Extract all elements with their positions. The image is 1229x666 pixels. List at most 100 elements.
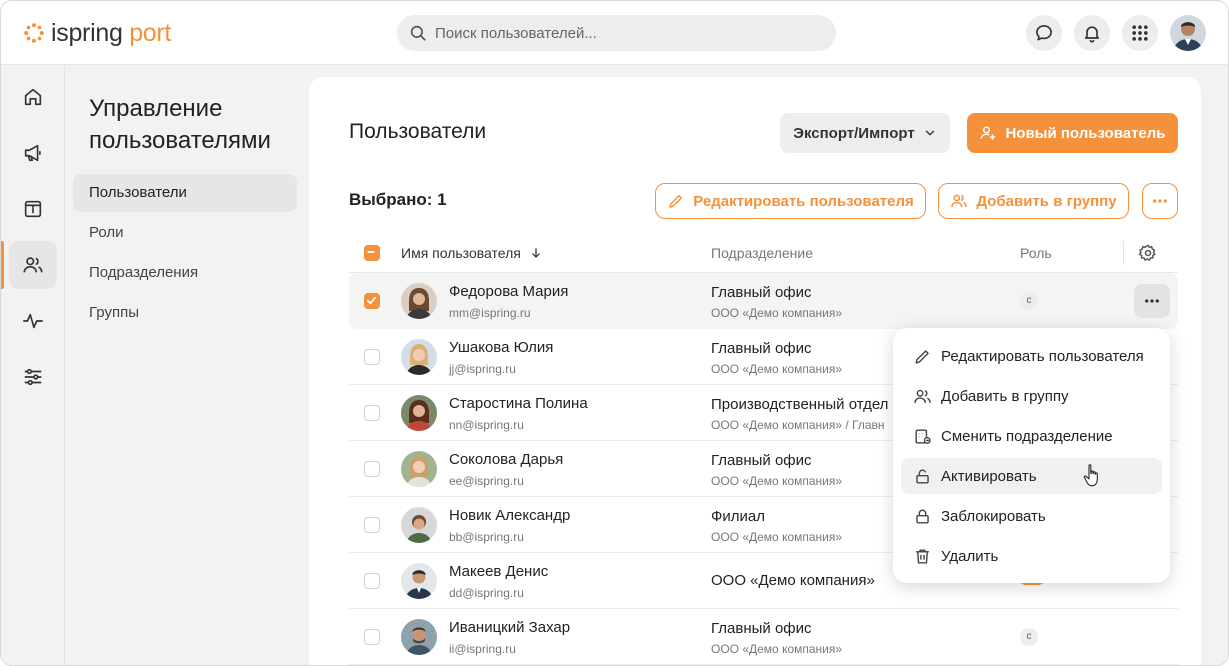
row-checkbox[interactable]	[364, 349, 380, 365]
user-name[interactable]: Федорова Мария	[449, 283, 568, 300]
avatar	[401, 283, 437, 319]
search-input[interactable]	[435, 24, 815, 42]
megaphone-icon	[24, 144, 41, 162]
building-icon	[915, 428, 931, 444]
add-user-icon	[980, 126, 996, 140]
subnav-item-users[interactable]: Пользователи	[73, 174, 297, 212]
user-email: nn@ispring.ru	[449, 418, 524, 432]
apps-grid-icon	[1132, 25, 1148, 41]
rail-info[interactable]	[9, 185, 57, 233]
subnav-item-groups[interactable]: Группы	[73, 294, 297, 332]
user-email: bb@ispring.ru	[449, 530, 524, 544]
user-email: dd@ispring.ru	[449, 586, 524, 600]
menu-item-edit-user[interactable]: Редактировать пользователя	[901, 338, 1162, 374]
user-department: Главный офис	[711, 340, 812, 357]
rail-activity[interactable]	[9, 297, 57, 345]
rail-home[interactable]	[9, 73, 57, 121]
users-icon	[23, 257, 43, 273]
avatar	[401, 619, 437, 655]
user-department: Производственный отдел	[711, 396, 889, 413]
user-name[interactable]: Иваницкий Захар	[449, 619, 570, 636]
row-checkbox[interactable]	[364, 461, 380, 477]
section-nav: Управление пользователями Пользователи Р…	[66, 65, 309, 665]
sort-arrow-down-icon	[531, 248, 540, 258]
app-window: ispring port Поиск пользователей... Упра…	[0, 0, 1229, 666]
row-checkbox[interactable]	[364, 629, 380, 645]
ispring-logo[interactable]: ispring port	[23, 17, 171, 49]
row-checkbox[interactable]	[364, 517, 380, 533]
column-name-header[interactable]: Имя пользователя	[401, 237, 543, 273]
rail-users[interactable]	[9, 241, 57, 289]
menu-item-add-to-group[interactable]: Добавить в группу	[901, 378, 1162, 414]
avatar	[401, 339, 437, 375]
table-row[interactable]: Федорова Мария mm@ispring.ru Главный офи…	[349, 273, 1178, 329]
menu-item-block[interactable]: Заблокировать	[901, 498, 1162, 534]
active-indicator	[1, 241, 4, 289]
user-name[interactable]: Старостина Полина	[449, 395, 588, 412]
menu-item-change-department[interactable]: Сменить подразделение	[901, 418, 1162, 454]
hand-cursor-icon	[1083, 464, 1098, 487]
pencil-icon	[915, 349, 929, 364]
section-title: Управление пользователями	[89, 95, 271, 154]
search-icon	[410, 25, 426, 41]
edit-user-label: Редактировать пользователя	[693, 192, 914, 210]
info-board-icon	[24, 200, 42, 218]
select-all-checkbox[interactable]	[364, 245, 380, 261]
avatar	[401, 451, 437, 487]
table-row[interactable]: Иваницкий Захар ii@ispring.ru Главный оф…	[349, 609, 1178, 665]
rail-news[interactable]	[9, 129, 57, 177]
notifications-button[interactable]	[1074, 15, 1110, 51]
logo-text: ispring port	[51, 18, 172, 47]
row-checkbox[interactable]	[364, 573, 380, 589]
avatar	[401, 507, 437, 543]
row-checkbox[interactable]	[364, 293, 380, 309]
table-header: Имя пользователя Подразделение Роль	[349, 237, 1178, 273]
user-email: mm@ispring.ru	[449, 306, 531, 320]
more-actions-button[interactable]	[1142, 183, 1178, 219]
menu-item-delete[interactable]: Удалить	[901, 538, 1162, 574]
chat-button[interactable]	[1026, 15, 1062, 51]
user-department: ООО «Демо компания»	[711, 572, 875, 589]
user-name[interactable]: Макеев Денис	[449, 563, 548, 580]
menu-item-activate[interactable]: Активировать	[901, 458, 1162, 494]
user-name[interactable]: Соколова Дарья	[449, 451, 563, 468]
edit-user-button[interactable]: Редактировать пользователя	[655, 183, 926, 219]
row-checkbox[interactable]	[364, 405, 380, 421]
pencil-icon	[669, 195, 683, 208]
unlock-icon	[916, 469, 929, 484]
rail-settings[interactable]	[9, 353, 57, 401]
user-name[interactable]: Ушакова Юлия	[449, 339, 553, 356]
user-department: Филиал	[711, 508, 766, 525]
user-name[interactable]: Новик Александр	[449, 507, 570, 524]
gear-icon[interactable]	[1138, 243, 1158, 263]
column-department-header[interactable]: Подразделение	[711, 237, 813, 273]
avatar	[401, 563, 437, 599]
role-badge: с	[1020, 628, 1038, 646]
subnav-item-departments[interactable]: Подразделения	[73, 254, 297, 292]
user-department: Главный офис	[711, 452, 812, 469]
user-company: ООО «Демо компания»	[711, 530, 843, 544]
sliders-icon	[24, 368, 42, 386]
user-email: jj@ispring.ru	[449, 362, 516, 376]
avatar	[401, 395, 437, 431]
lock-icon	[916, 509, 929, 524]
logo-flower-icon	[24, 23, 44, 43]
export-import-label: Экспорт/Импорт	[793, 124, 915, 142]
user-company: ООО «Демо компания»	[711, 306, 843, 320]
role-badge: с	[1020, 292, 1038, 310]
column-role-header[interactable]: Роль	[1020, 237, 1052, 273]
new-user-button[interactable]: Новый пользователь	[967, 113, 1178, 153]
subnav-item-roles[interactable]: Роли	[73, 214, 297, 252]
row-context-menu: Редактировать пользователя Добавить в гр…	[893, 328, 1170, 583]
user-company: ООО «Демо компания»	[711, 362, 843, 376]
more-horizontal-icon	[1153, 199, 1167, 203]
user-avatar[interactable]	[1170, 15, 1206, 51]
home-icon	[24, 88, 42, 106]
export-import-button[interactable]: Экспорт/Импорт	[780, 113, 950, 153]
row-more-button[interactable]	[1134, 284, 1170, 318]
search-bar[interactable]	[397, 15, 836, 51]
user-company: ООО «Демо компания»	[711, 474, 843, 488]
user-company: ООО «Демо компания» / Главн	[711, 418, 885, 432]
add-to-group-button[interactable]: Добавить в группу	[938, 183, 1129, 219]
apps-button[interactable]	[1122, 15, 1158, 51]
